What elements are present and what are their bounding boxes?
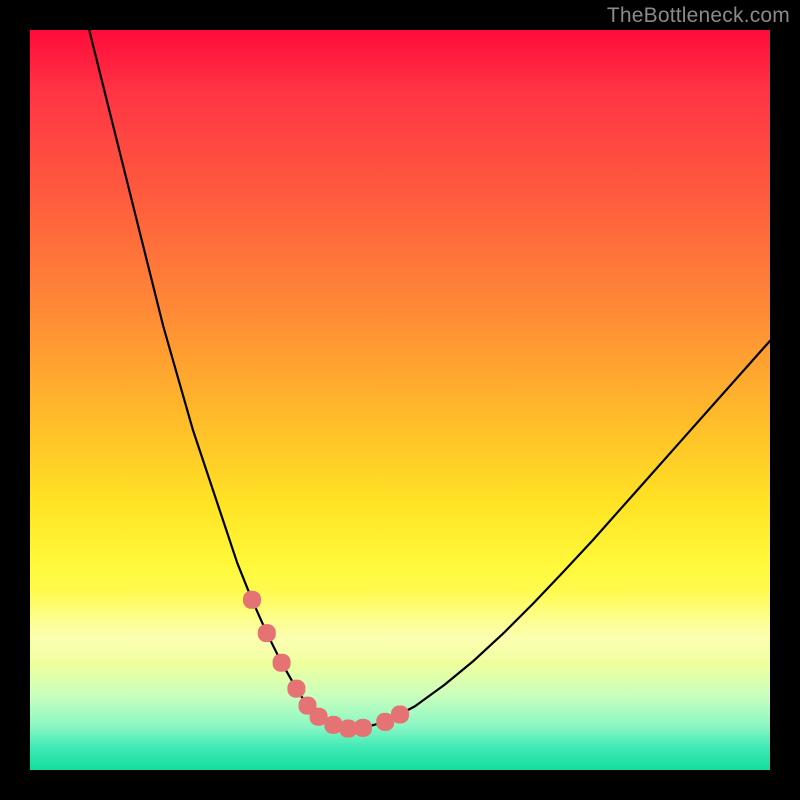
bottleneck-curve: [89, 30, 770, 729]
highlight-marker: [287, 680, 305, 698]
highlight-marker: [243, 591, 261, 609]
highlight-marker: [354, 719, 372, 737]
curve-layer: [30, 30, 770, 770]
highlight-marker: [258, 624, 276, 642]
highlight-markers: [243, 591, 409, 738]
watermark-text: TheBottleneck.com: [607, 4, 790, 28]
highlight-marker: [273, 654, 291, 672]
plot-area: [30, 30, 770, 770]
chart-stage: TheBottleneck.com: [0, 0, 800, 800]
highlight-marker: [391, 706, 409, 724]
